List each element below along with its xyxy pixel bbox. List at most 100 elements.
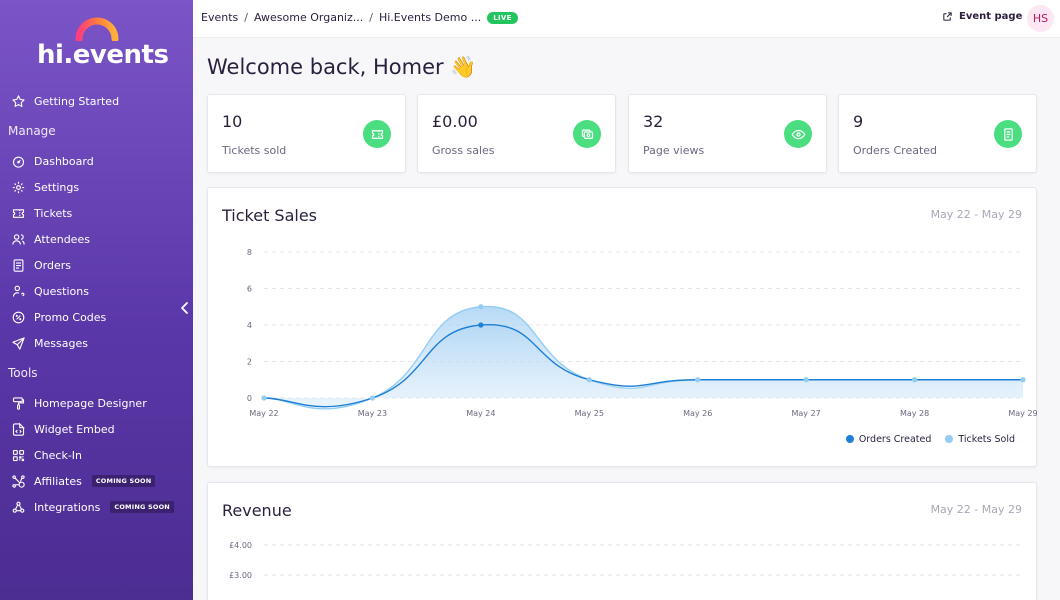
tickets-sold-point	[695, 377, 701, 383]
sidebar-item-questions[interactable]: Questions	[11, 280, 89, 302]
orders-created-area	[264, 324, 1023, 407]
star-icon	[12, 94, 25, 107]
y-tick-label: 4	[247, 321, 252, 330]
stat-label: Page views	[643, 144, 705, 157]
breadcrumb-separator: /	[244, 11, 248, 24]
brand-logo[interactable]: hi.events	[37, 16, 169, 72]
page-title: Welcome back, Homer 👋	[207, 55, 477, 79]
sidebar-item-homepage-designer[interactable]: Homepage Designer	[11, 392, 147, 414]
receipt-icon	[994, 120, 1022, 148]
users-icon	[12, 233, 25, 245]
breadcrumb: Events / Awesome Organiz... / Hi.Events …	[201, 11, 518, 24]
tickets-sold-point	[586, 377, 592, 383]
revenue-chart: £4.00 £3.00	[229, 541, 1023, 580]
breadcrumb-event[interactable]: Hi.Events Demo ...	[379, 11, 481, 24]
sidebar-item-label: Dashboard	[34, 154, 94, 168]
discount-icon	[12, 311, 25, 323]
event-page-label: Event page	[959, 11, 1023, 22]
stat-value: 9	[853, 112, 864, 131]
sidebar-item-label: Messages	[34, 336, 88, 350]
ticket-icon	[363, 120, 391, 148]
sidebar-item-check-in[interactable]: Check-In	[11, 444, 82, 466]
stat-label: Orders Created	[853, 144, 938, 157]
y-tick-label: 0	[247, 394, 252, 403]
sidebar-item-label: Promo Codes	[34, 310, 107, 324]
sidebar-item-label: Homepage Designer	[34, 396, 147, 410]
ticket-sales-card: Ticket Sales May 22 - May 29 8 6 4 2 0 May 22…	[207, 187, 1038, 467]
sidebar-item-attendees[interactable]: Attendees	[11, 228, 90, 250]
x-tick-label: May 26	[683, 409, 712, 418]
collapse-sidebar-icon[interactable]	[178, 300, 192, 316]
ticket-icon	[12, 208, 25, 218]
x-tick-label: May 29	[1008, 409, 1037, 418]
sidebar-item-label: Getting Started	[34, 94, 120, 108]
sidebar-item-label: Questions	[34, 284, 89, 298]
x-tick-label: May 24	[466, 409, 495, 418]
gear-icon	[12, 181, 25, 193]
stat-value: 10	[222, 112, 243, 131]
paint-icon	[12, 396, 25, 410]
ticket-sales-title: Ticket Sales	[222, 206, 318, 225]
sidebar-item-label: Settings	[34, 180, 80, 194]
sidebar: hi.events Getting Started Manage Dashboa…	[0, 0, 193, 600]
tickets-sold-point	[478, 304, 484, 310]
sidebar-item-label: Attendees	[34, 232, 90, 246]
avatar[interactable]: HS	[1027, 5, 1054, 32]
sidebar-item-affiliates[interactable]: Affiliates COMING SOON	[11, 470, 156, 492]
legend-label: Tickets Sold	[958, 434, 1015, 445]
stat-card-page-views: 32 Page views	[628, 94, 827, 173]
revenue-date-range: May 22 - May 29	[930, 503, 1022, 516]
stat-label: Tickets sold	[222, 144, 287, 157]
sidebar-item-label: Tickets	[34, 206, 73, 220]
sidebar-item-label: Check-In	[34, 448, 83, 462]
breadcrumb-organizer[interactable]: Awesome Organiz...	[254, 11, 363, 24]
sidebar-item-getting-started[interactable]: Getting Started	[11, 90, 119, 112]
stat-card-orders-created: 9 Orders Created	[838, 94, 1037, 173]
legend-item-orders-created[interactable]: Orders Created	[845, 434, 931, 445]
qr-icon	[12, 449, 25, 461]
sidebar-item-promo-codes[interactable]: Promo Codes	[11, 306, 106, 328]
webhook-icon	[12, 501, 25, 513]
tickets-sold-point	[803, 377, 809, 383]
sidebar-item-messages[interactable]: Messages	[11, 332, 88, 354]
x-tick-label: May 23	[358, 409, 387, 418]
sidebar-item-widget-embed[interactable]: Widget Embed	[11, 418, 115, 440]
coming-soon-badge: COMING SOON	[110, 501, 174, 513]
receipt-icon	[13, 258, 24, 272]
revenue-title: Revenue	[222, 501, 292, 520]
sidebar-item-label: Integrations	[34, 500, 101, 514]
sidebar-item-orders[interactable]: Orders	[11, 254, 71, 276]
stat-value: £0.00	[432, 112, 478, 131]
y-tick-label: 6	[247, 285, 252, 294]
sidebar-item-tickets[interactable]: Tickets	[11, 202, 72, 224]
event-page-link[interactable]: Event page	[942, 11, 1022, 22]
sidebar-item-settings[interactable]: Settings	[11, 176, 79, 198]
tickets-sold-point	[1020, 377, 1026, 383]
y-tick-label: 8	[247, 248, 252, 257]
external-link-icon	[943, 12, 952, 21]
user-question-icon	[12, 285, 25, 297]
coming-soon-badge: COMING SOON	[91, 475, 156, 487]
stat-value: 32	[643, 112, 664, 131]
stat-label: Gross sales	[432, 144, 495, 157]
section-title-tools: Tools	[8, 366, 38, 380]
sidebar-item-integrations[interactable]: Integrations COMING SOON	[11, 496, 174, 518]
breadcrumb-events[interactable]: Events	[201, 11, 238, 24]
sidebar-item-label: Widget Embed	[34, 422, 115, 436]
y-tick-label: £3.00	[229, 571, 252, 580]
x-tick-label: May 27	[792, 409, 821, 418]
chart-legend: Orders Created Tickets Sold	[845, 434, 1015, 445]
logo-arc-icon	[75, 17, 119, 41]
tickets-sold-point	[369, 395, 376, 401]
brand-name: hi.events	[37, 40, 169, 70]
x-tick-label: May 25	[575, 409, 604, 418]
legend-dot	[945, 435, 954, 443]
x-tick-label: May 22	[249, 409, 278, 418]
breadcrumb-separator: /	[369, 11, 373, 24]
affiliate-icon	[12, 474, 25, 488]
dashboard-icon	[12, 156, 25, 168]
legend-item-tickets-sold[interactable]: Tickets Sold	[945, 434, 1015, 445]
tickets-sold-point	[261, 395, 267, 401]
sidebar-item-dashboard[interactable]: Dashboard	[11, 150, 94, 172]
sidebar-item-label: Orders	[34, 258, 71, 272]
